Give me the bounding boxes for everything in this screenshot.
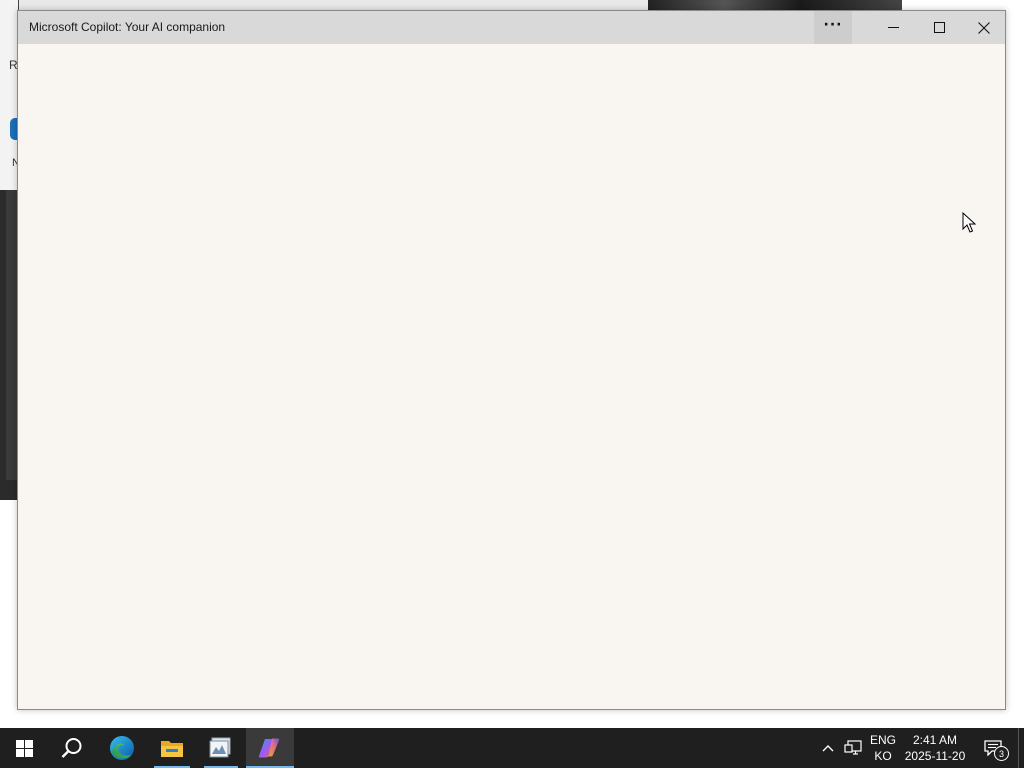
input-language-indicator[interactable]: ENG KO bbox=[866, 732, 900, 764]
show-hidden-icons-button[interactable] bbox=[819, 728, 837, 768]
show-desktop-button[interactable] bbox=[1018, 728, 1024, 768]
taskbar-copilot[interactable] bbox=[246, 728, 294, 768]
window-titlebar[interactable]: Microsoft Copilot: Your AI companion ··· bbox=[18, 11, 1005, 44]
mouse-cursor-icon bbox=[962, 212, 976, 233]
action-center-button[interactable]: 3 bbox=[978, 728, 1009, 768]
window-title: Microsoft Copilot: Your AI companion bbox=[29, 20, 226, 34]
copilot-window: Microsoft Copilot: Your AI companion ··· bbox=[17, 10, 1006, 710]
copilot-content-area[interactable] bbox=[18, 44, 1005, 709]
minimize-button[interactable] bbox=[870, 11, 916, 44]
network-icon bbox=[844, 740, 862, 755]
background-image-window bbox=[648, 0, 902, 10]
more-options-button[interactable]: ··· bbox=[814, 11, 852, 44]
clock-time: 2:41 AM bbox=[912, 733, 958, 747]
edge-icon bbox=[110, 736, 134, 760]
minimize-icon bbox=[887, 27, 899, 28]
search-icon bbox=[61, 738, 82, 758]
chevron-up-icon bbox=[822, 745, 834, 752]
taskbar-edge[interactable] bbox=[98, 728, 146, 768]
desktop: R N Microsoft Copilot: Your AI companion… bbox=[0, 0, 1024, 728]
clock-date: 2025-11-20 bbox=[904, 749, 966, 763]
copilot-icon bbox=[258, 738, 280, 758]
start-button[interactable] bbox=[0, 728, 48, 768]
notification-count-badge: 3 bbox=[994, 746, 1009, 761]
taskbar-file-explorer[interactable] bbox=[148, 728, 196, 768]
more-icon: ··· bbox=[823, 16, 843, 33]
close-button[interactable] bbox=[962, 11, 1006, 44]
folder-icon bbox=[161, 741, 183, 757]
search-button[interactable] bbox=[48, 728, 96, 768]
clock[interactable]: 2:41 AM 2025-11-20 bbox=[902, 732, 968, 764]
taskbar-app[interactable] bbox=[198, 728, 244, 768]
maximize-icon bbox=[933, 22, 945, 33]
close-icon bbox=[978, 21, 990, 34]
taskbar: ENG KO 2:41 AM 2025-11-20 3 bbox=[0, 728, 1024, 768]
network-button[interactable] bbox=[842, 728, 864, 768]
language-code: ENG bbox=[869, 733, 896, 747]
maximize-button[interactable] bbox=[916, 11, 962, 44]
windows-logo-icon bbox=[15, 739, 33, 757]
app-icon bbox=[209, 737, 231, 758]
keyboard-layout: KO bbox=[874, 749, 892, 763]
